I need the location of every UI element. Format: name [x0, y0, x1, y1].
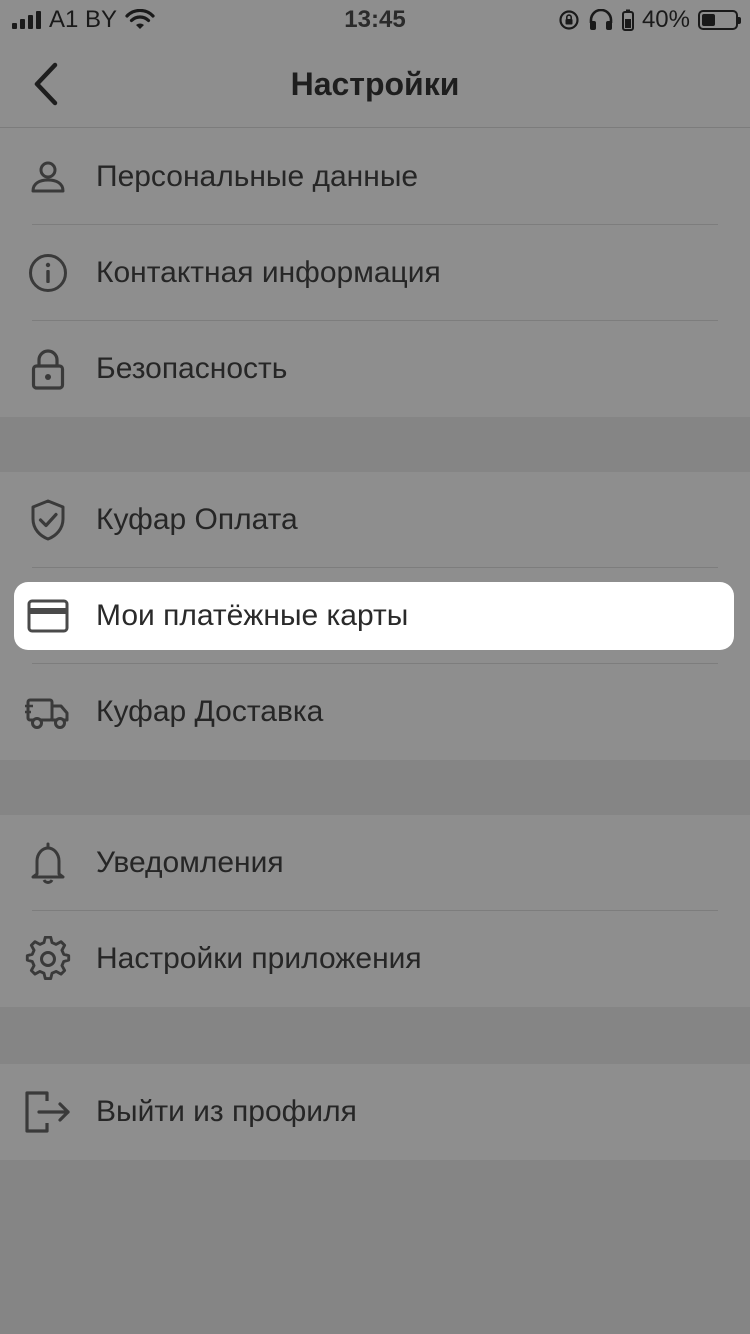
group-separator	[0, 760, 750, 815]
headphones-icon	[588, 9, 614, 31]
settings-item-label: Мои платёжные карты	[96, 599, 409, 632]
settings-item-label: Выйти из профиля	[96, 1095, 357, 1128]
lock-icon	[22, 345, 74, 393]
settings-item-label: Безопасность	[96, 352, 288, 385]
logout-button[interactable]: Выйти из профиля	[0, 1064, 750, 1160]
shield-check-icon	[22, 496, 74, 544]
nav-bar: Настройки	[0, 40, 750, 128]
settings-item-label: Контактная информация	[96, 256, 441, 289]
battery-icon	[698, 10, 741, 30]
status-bar: A1 BY 40%	[0, 0, 750, 40]
settings-item-label: Уведомления	[96, 846, 284, 879]
settings-screen: A1 BY 40% 13:45 Настройки Персональные д…	[0, 0, 750, 1334]
settings-item-kufar-pay[interactable]: Куфар Оплата	[0, 472, 750, 568]
rotation-lock-icon	[558, 9, 580, 31]
settings-item-label: Куфар Доставка	[96, 695, 324, 728]
gear-icon	[22, 935, 74, 983]
carrier-name: A1 BY	[49, 6, 118, 33]
settings-item-label: Настройки приложения	[96, 942, 422, 975]
credit-card-icon	[26, 592, 70, 640]
settings-item-label: Персональные данные	[96, 160, 419, 193]
page-title: Настройки	[290, 66, 460, 102]
settings-item-notifications[interactable]: Уведомления	[0, 815, 750, 911]
settings-group-logout: Выйти из профиля	[0, 1064, 750, 1160]
settings-item-payment-cards[interactable]: Мои платёжные карты	[14, 582, 734, 650]
settings-item-kufar-delivery[interactable]: Куфар Доставка	[0, 664, 750, 760]
wifi-icon	[125, 9, 155, 31]
status-left: A1 BY	[12, 6, 155, 34]
settings-item-contact-info[interactable]: Контактная информация	[0, 225, 750, 321]
settings-item-personal-data[interactable]: Персональные данные	[0, 129, 750, 225]
settings-item-app-settings[interactable]: Настройки приложения	[0, 911, 750, 1007]
delivery-truck-icon	[22, 688, 74, 736]
info-icon	[22, 249, 74, 297]
settings-item-security[interactable]: Безопасность	[0, 321, 750, 417]
settings-group-account: Персональные данные Контактная информаци…	[0, 129, 750, 417]
battery-percent: 40%	[641, 6, 690, 33]
headphone-battery-icon	[621, 9, 634, 31]
logout-icon	[22, 1088, 74, 1136]
battery-level	[702, 14, 715, 26]
status-right: 40%	[558, 6, 741, 34]
cell-signal-icon	[12, 11, 41, 29]
bottom-area	[0, 1160, 750, 1334]
settings-group-app: Уведомления Настройки приложения	[0, 815, 750, 1007]
bell-icon	[22, 839, 74, 887]
group-separator	[0, 417, 750, 472]
group-separator	[0, 1007, 750, 1064]
settings-item-label: Куфар Оплата	[96, 503, 298, 536]
person-icon	[22, 153, 74, 201]
